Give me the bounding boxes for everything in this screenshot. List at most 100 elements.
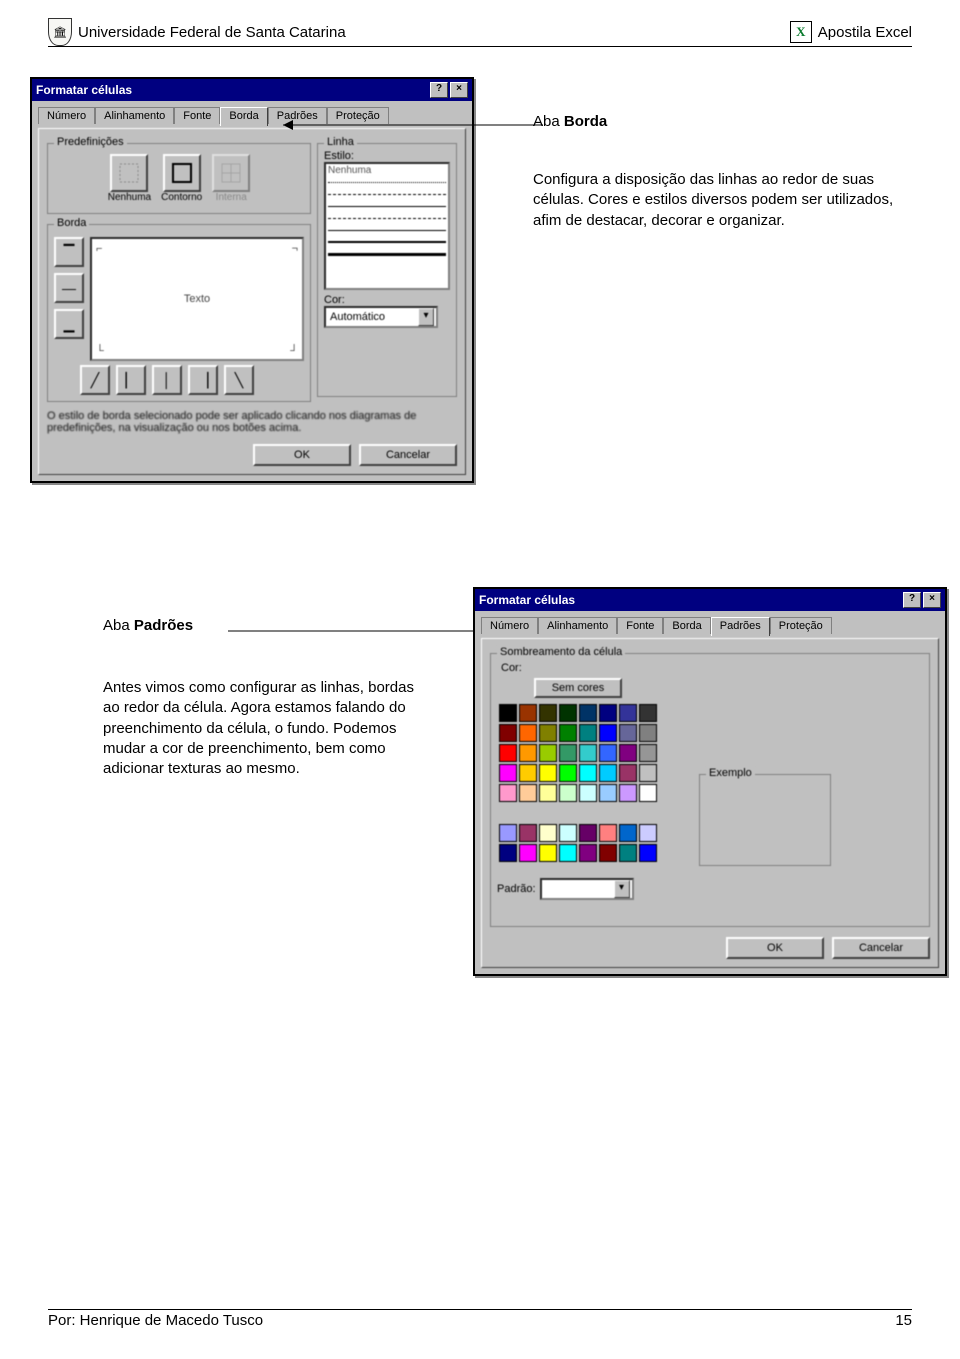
color-swatch[interactable] [539, 764, 557, 782]
border-top-button[interactable]: ▔ [54, 237, 84, 267]
help-icon[interactable]: ? [430, 82, 448, 98]
border-middle-h-button[interactable]: ― [54, 273, 84, 303]
color-swatch[interactable] [619, 844, 637, 862]
color-swatch[interactable] [499, 744, 517, 762]
color-swatch[interactable] [639, 724, 657, 742]
style-dashed2-option[interactable] [328, 214, 446, 222]
help-icon[interactable]: ? [903, 592, 921, 608]
color-swatch[interactable] [519, 844, 537, 862]
color-swatch[interactable] [519, 784, 537, 802]
color-swatch[interactable] [639, 764, 657, 782]
border-diag-up-button[interactable]: ╲ [224, 365, 254, 395]
color-swatch[interactable] [499, 764, 517, 782]
color-swatch[interactable] [539, 724, 557, 742]
color-swatch[interactable] [559, 784, 577, 802]
style-dotted-option[interactable] [328, 178, 446, 186]
color-swatch[interactable] [599, 704, 617, 722]
tab-borda[interactable]: Borda [663, 617, 710, 634]
color-swatch[interactable] [639, 784, 657, 802]
style-none-option[interactable]: Nenhuma [328, 165, 371, 176]
color-swatch[interactable] [619, 724, 637, 742]
no-color-button[interactable]: Sem cores [534, 678, 623, 698]
close-icon[interactable]: × [923, 592, 941, 608]
color-swatch[interactable] [499, 704, 517, 722]
color-swatch[interactable] [559, 704, 577, 722]
border-middle-v-button[interactable]: │ [152, 365, 182, 395]
border-right-button[interactable]: ▕ [188, 365, 218, 395]
color-swatch[interactable] [519, 704, 537, 722]
color-swatch[interactable] [559, 764, 577, 782]
border-bottom-button[interactable]: ▁ [54, 309, 84, 339]
style-thin-option[interactable] [328, 202, 446, 210]
color-swatch[interactable] [539, 744, 557, 762]
style-thin2-option[interactable] [328, 226, 446, 234]
color-palette[interactable] [497, 702, 659, 864]
color-swatch[interactable] [499, 824, 517, 842]
color-swatch[interactable] [539, 704, 557, 722]
color-swatch[interactable] [599, 764, 617, 782]
tab-numero[interactable]: Número [38, 107, 95, 124]
color-swatch[interactable] [519, 824, 537, 842]
footer-author: Por: Henrique de Macedo Tusco [48, 1312, 263, 1329]
color-swatch[interactable] [599, 824, 617, 842]
style-medium-option[interactable] [328, 238, 446, 246]
cancel-button[interactable]: Cancelar [359, 444, 457, 466]
close-icon[interactable]: × [450, 82, 468, 98]
color-swatch[interactable] [559, 744, 577, 762]
line-style-list[interactable]: Nenhuma [324, 162, 450, 290]
color-swatch[interactable] [639, 844, 657, 862]
color-swatch[interactable] [599, 844, 617, 862]
color-swatch[interactable] [539, 824, 557, 842]
pattern-combo[interactable] [540, 878, 634, 900]
color-swatch[interactable] [579, 744, 597, 762]
ok-button[interactable]: OK [253, 444, 351, 466]
color-swatch[interactable] [639, 704, 657, 722]
color-swatch[interactable] [499, 784, 517, 802]
tab-numero[interactable]: Número [481, 617, 538, 634]
ok-button[interactable]: OK [726, 937, 824, 959]
color-swatch[interactable] [599, 724, 617, 742]
tab-alinhamento[interactable]: Alinhamento [95, 107, 174, 124]
color-swatch[interactable] [539, 844, 557, 862]
color-swatch[interactable] [519, 744, 537, 762]
border-diag-down-button[interactable]: ╱ [80, 365, 110, 395]
color-swatch[interactable] [639, 744, 657, 762]
border-left-button[interactable]: ▏ [116, 365, 146, 395]
color-swatch[interactable] [559, 824, 577, 842]
color-swatch[interactable] [639, 824, 657, 842]
color-swatch[interactable] [579, 824, 597, 842]
preset-inside-button[interactable] [212, 154, 250, 192]
color-swatch[interactable] [559, 724, 577, 742]
tab-protecao[interactable]: Proteção [770, 617, 832, 634]
color-swatch[interactable] [579, 844, 597, 862]
color-swatch[interactable] [519, 764, 537, 782]
color-swatch[interactable] [619, 764, 637, 782]
tab-padroes[interactable]: Padrões [711, 617, 770, 636]
tab-alinhamento[interactable]: Alinhamento [538, 617, 617, 634]
tab-borda[interactable]: Borda [220, 107, 267, 126]
tab-fonte[interactable]: Fonte [174, 107, 220, 124]
preset-outline-button[interactable] [163, 154, 201, 192]
color-swatch[interactable] [579, 704, 597, 722]
border-preview[interactable]: Texto ⌐ ¬ └ ┘ [90, 237, 304, 361]
tab-fonte[interactable]: Fonte [617, 617, 663, 634]
color-swatch[interactable] [579, 764, 597, 782]
color-swatch[interactable] [559, 844, 577, 862]
color-swatch[interactable] [499, 724, 517, 742]
color-swatch[interactable] [619, 704, 637, 722]
style-dashed-option[interactable] [328, 190, 446, 198]
color-swatch[interactable] [579, 724, 597, 742]
color-swatch[interactable] [499, 844, 517, 862]
border-color-combo[interactable]: Automático [324, 306, 438, 328]
color-swatch[interactable] [619, 784, 637, 802]
color-swatch[interactable] [539, 784, 557, 802]
style-thick-option[interactable] [328, 250, 446, 258]
color-swatch[interactable] [619, 744, 637, 762]
color-swatch[interactable] [619, 824, 637, 842]
color-swatch[interactable] [599, 744, 617, 762]
color-swatch[interactable] [599, 784, 617, 802]
cancel-button[interactable]: Cancelar [832, 937, 930, 959]
preset-none-button[interactable] [110, 154, 148, 192]
color-swatch[interactable] [579, 784, 597, 802]
color-swatch[interactable] [519, 724, 537, 742]
